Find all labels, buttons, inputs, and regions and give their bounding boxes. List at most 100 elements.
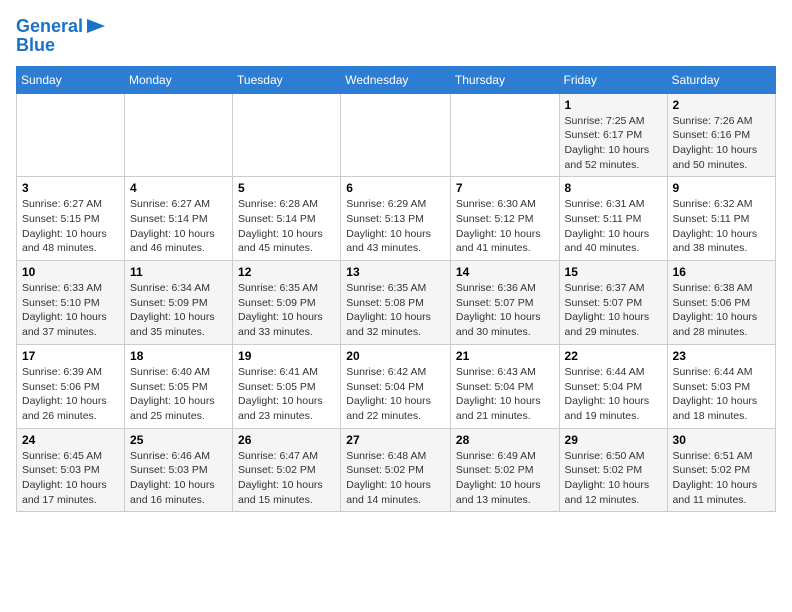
- day-number: 3: [22, 181, 119, 195]
- calendar-cell: 19 Sunrise: 6:41 AM Sunset: 5:05 PM Dayli…: [233, 344, 341, 428]
- calendar-cell: 5 Sunrise: 6:28 AM Sunset: 5:14 PM Daylig…: [233, 177, 341, 261]
- day-number: 14: [456, 265, 554, 279]
- calendar-cell: 14 Sunrise: 6:36 AM Sunset: 5:07 PM Dayli…: [450, 261, 559, 345]
- day-info: Sunrise: 6:30 AM Sunset: 5:12 PM Dayligh…: [456, 197, 554, 256]
- day-info: Sunrise: 6:45 AM Sunset: 5:03 PM Dayligh…: [22, 449, 119, 508]
- calendar-cell: 13Sunrise: 6:35 AM Sunset: 5:08 PM Dayli…: [341, 261, 451, 345]
- day-info: Sunrise: 6:50 AM Sunset: 5:02 PM Dayligh…: [565, 449, 662, 508]
- day-number: 18: [130, 349, 227, 363]
- day-number: 6: [346, 181, 445, 195]
- calendar-cell: 30Sunrise: 6:51 AM Sunset: 5:02 PM Dayli…: [667, 428, 775, 512]
- day-info: Sunrise: 6:44 AM Sunset: 5:04 PM Dayligh…: [565, 365, 662, 424]
- calendar-cell: 21 Sunrise: 6:43 AM Sunset: 5:04 PM Dayli…: [450, 344, 559, 428]
- calendar-cell: 7 Sunrise: 6:30 AM Sunset: 5:12 PM Daylig…: [450, 177, 559, 261]
- day-number: 26: [238, 433, 335, 447]
- day-info: Sunrise: 6:29 AM Sunset: 5:13 PM Dayligh…: [346, 197, 445, 256]
- day-info: Sunrise: 7:26 AM Sunset: 6:16 PM Dayligh…: [673, 114, 770, 173]
- calendar-row: 1 Sunrise: 7:25 AM Sunset: 6:17 PM Daylig…: [17, 93, 776, 177]
- calendar-cell: [125, 93, 233, 177]
- day-number: 4: [130, 181, 227, 195]
- calendar-cell: 24 Sunrise: 6:45 AM Sunset: 5:03 PM Dayli…: [17, 428, 125, 512]
- calendar-cell: 4 Sunrise: 6:27 AM Sunset: 5:14 PM Daylig…: [125, 177, 233, 261]
- day-info: Sunrise: 6:38 AM Sunset: 5:06 PM Dayligh…: [673, 281, 770, 340]
- calendar-cell: 1 Sunrise: 7:25 AM Sunset: 6:17 PM Daylig…: [559, 93, 667, 177]
- calendar-cell: 28 Sunrise: 6:49 AM Sunset: 5:02 PM Dayli…: [450, 428, 559, 512]
- calendar-cell: 8 Sunrise: 6:31 AM Sunset: 5:11 PM Daylig…: [559, 177, 667, 261]
- calendar-cell: 12 Sunrise: 6:35 AM Sunset: 5:09 PM Dayli…: [233, 261, 341, 345]
- day-info: Sunrise: 6:36 AM Sunset: 5:07 PM Dayligh…: [456, 281, 554, 340]
- day-number: 25: [130, 433, 227, 447]
- calendar-cell: [341, 93, 451, 177]
- calendar-cell: 25 Sunrise: 6:46 AM Sunset: 5:03 PM Dayli…: [125, 428, 233, 512]
- day-info: Sunrise: 6:40 AM Sunset: 5:05 PM Dayligh…: [130, 365, 227, 424]
- day-info: Sunrise: 6:37 AM Sunset: 5:07 PM Dayligh…: [565, 281, 662, 340]
- day-number: 2: [673, 98, 770, 112]
- day-number: 11: [130, 265, 227, 279]
- calendar-cell: 29 Sunrise: 6:50 AM Sunset: 5:02 PM Dayli…: [559, 428, 667, 512]
- weekday-header: Saturday: [667, 66, 775, 93]
- calendar-cell: 18 Sunrise: 6:40 AM Sunset: 5:05 PM Dayli…: [125, 344, 233, 428]
- calendar-cell: 27Sunrise: 6:48 AM Sunset: 5:02 PM Dayli…: [341, 428, 451, 512]
- day-number: 29: [565, 433, 662, 447]
- day-number: 19: [238, 349, 335, 363]
- day-info: Sunrise: 6:47 AM Sunset: 5:02 PM Dayligh…: [238, 449, 335, 508]
- calendar-cell: 15 Sunrise: 6:37 AM Sunset: 5:07 PM Dayli…: [559, 261, 667, 345]
- day-info: Sunrise: 6:27 AM Sunset: 5:15 PM Dayligh…: [22, 197, 119, 256]
- calendar-cell: [450, 93, 559, 177]
- day-info: Sunrise: 6:32 AM Sunset: 5:11 PM Dayligh…: [673, 197, 770, 256]
- calendar-cell: 20Sunrise: 6:42 AM Sunset: 5:04 PM Dayli…: [341, 344, 451, 428]
- day-info: Sunrise: 6:49 AM Sunset: 5:02 PM Dayligh…: [456, 449, 554, 508]
- calendar-header: SundayMondayTuesdayWednesdayThursdayFrid…: [17, 66, 776, 93]
- weekday-header: Tuesday: [233, 66, 341, 93]
- calendar-cell: 2 Sunrise: 7:26 AM Sunset: 6:16 PM Daylig…: [667, 93, 775, 177]
- day-info: Sunrise: 6:46 AM Sunset: 5:03 PM Dayligh…: [130, 449, 227, 508]
- logo-icon: [85, 15, 107, 37]
- calendar-cell: 6 Sunrise: 6:29 AM Sunset: 5:13 PM Daylig…: [341, 177, 451, 261]
- day-info: Sunrise: 6:34 AM Sunset: 5:09 PM Dayligh…: [130, 281, 227, 340]
- calendar-cell: [233, 93, 341, 177]
- day-number: 13: [346, 265, 445, 279]
- day-info: Sunrise: 6:31 AM Sunset: 5:11 PM Dayligh…: [565, 197, 662, 256]
- calendar-cell: 17 Sunrise: 6:39 AM Sunset: 5:06 PM Dayli…: [17, 344, 125, 428]
- weekday-header: Thursday: [450, 66, 559, 93]
- day-number: 1: [565, 98, 662, 112]
- day-number: 28: [456, 433, 554, 447]
- day-number: 23: [673, 349, 770, 363]
- weekday-header: Friday: [559, 66, 667, 93]
- day-number: 10: [22, 265, 119, 279]
- day-number: 5: [238, 181, 335, 195]
- day-number: 15: [565, 265, 662, 279]
- day-number: 24: [22, 433, 119, 447]
- calendar-cell: 10 Sunrise: 6:33 AM Sunset: 5:10 PM Dayli…: [17, 261, 125, 345]
- calendar-cell: 26 Sunrise: 6:47 AM Sunset: 5:02 PM Dayli…: [233, 428, 341, 512]
- weekday-header: Sunday: [17, 66, 125, 93]
- day-number: 27: [346, 433, 445, 447]
- calendar-row: 17 Sunrise: 6:39 AM Sunset: 5:06 PM Dayli…: [17, 344, 776, 428]
- logo-blue: Blue: [16, 36, 107, 54]
- page-header: General Blue: [16, 16, 776, 54]
- calendar-cell: 16 Sunrise: 6:38 AM Sunset: 5:06 PM Dayli…: [667, 261, 775, 345]
- day-info: Sunrise: 6:33 AM Sunset: 5:10 PM Dayligh…: [22, 281, 119, 340]
- day-info: Sunrise: 6:43 AM Sunset: 5:04 PM Dayligh…: [456, 365, 554, 424]
- calendar-cell: 9 Sunrise: 6:32 AM Sunset: 5:11 PM Daylig…: [667, 177, 775, 261]
- day-number: 7: [456, 181, 554, 195]
- day-number: 20: [346, 349, 445, 363]
- day-info: Sunrise: 6:28 AM Sunset: 5:14 PM Dayligh…: [238, 197, 335, 256]
- day-number: 17: [22, 349, 119, 363]
- calendar-cell: 22Sunrise: 6:44 AM Sunset: 5:04 PM Dayli…: [559, 344, 667, 428]
- day-number: 16: [673, 265, 770, 279]
- day-info: Sunrise: 6:27 AM Sunset: 5:14 PM Dayligh…: [130, 197, 227, 256]
- calendar-row: 3 Sunrise: 6:27 AM Sunset: 5:15 PM Daylig…: [17, 177, 776, 261]
- day-number: 12: [238, 265, 335, 279]
- day-info: Sunrise: 7:25 AM Sunset: 6:17 PM Dayligh…: [565, 114, 662, 173]
- day-number: 9: [673, 181, 770, 195]
- day-info: Sunrise: 6:41 AM Sunset: 5:05 PM Dayligh…: [238, 365, 335, 424]
- weekday-header: Monday: [125, 66, 233, 93]
- day-info: Sunrise: 6:39 AM Sunset: 5:06 PM Dayligh…: [22, 365, 119, 424]
- calendar-cell: 11 Sunrise: 6:34 AM Sunset: 5:09 PM Dayli…: [125, 261, 233, 345]
- calendar-cell: [17, 93, 125, 177]
- calendar-cell: 23Sunrise: 6:44 AM Sunset: 5:03 PM Dayli…: [667, 344, 775, 428]
- day-info: Sunrise: 6:35 AM Sunset: 5:09 PM Dayligh…: [238, 281, 335, 340]
- day-number: 21: [456, 349, 554, 363]
- day-number: 8: [565, 181, 662, 195]
